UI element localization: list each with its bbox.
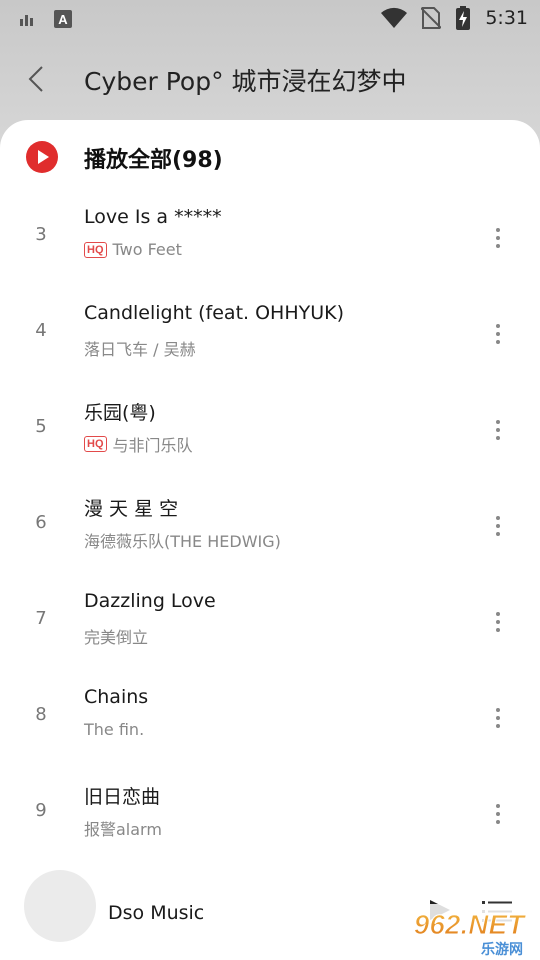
keyboard-a-icon: A [54,10,72,28]
track-title: Chains [84,686,149,708]
track-row[interactable]: 6 漫 天 星 空 海德薇乐队(THE HEDWIG) [0,478,540,574]
status-time: 5:31 [485,7,528,29]
wifi-icon [381,7,408,28]
more-options-button[interactable] [486,794,510,834]
track-artist: 完美倒立 [84,628,149,647]
hq-badge: HQ [84,436,107,452]
track-artist: Two Feet [112,240,182,259]
chevron-left-icon [28,66,43,92]
status-bar: A 5:31 [0,0,540,36]
track-subtitle: 报警alarm [84,816,162,840]
more-options-button[interactable] [486,410,510,450]
track-number: 4 [35,320,47,341]
track-row[interactable]: 5 乐园(粤) HQ 与非门乐队 [0,382,540,478]
track-subtitle: HQ Two Feet [84,240,182,259]
back-button[interactable] [22,62,52,96]
track-title: Love Is a ***** [84,206,222,228]
more-options-button[interactable] [486,698,510,738]
track-row[interactable]: 7 Dazzling Love 完美倒立 [0,574,540,670]
track-title: 乐园(粤) [84,402,156,424]
track-number: 8 [35,704,47,725]
track-subtitle: 海德薇乐队(THE HEDWIG) [84,528,281,552]
track-number: 5 [35,416,47,437]
track-number: 3 [35,224,47,245]
site-watermark-logo: 962.NET 乐游网 [400,904,538,958]
track-subtitle: The fin. [84,720,144,739]
track-artist: 与非门乐队 [112,436,193,455]
track-number: 9 [35,800,47,821]
play-all-button[interactable]: 播放全部(98) [26,138,223,176]
track-subtitle: HQ 与非门乐队 [84,432,193,456]
track-title: Candlelight (feat. OHHYUK) [84,302,345,324]
more-options-button[interactable] [486,506,510,546]
track-title: 漫 天 星 空 [84,498,179,520]
track-row[interactable]: 9 旧日恋曲 报警alarm [0,766,540,862]
hq-badge: HQ [84,241,107,258]
app-bar: Cyber Pop° 城市浸在幻梦中 [0,44,540,114]
track-subtitle: 落日飞车 / 吴赫 [84,336,196,360]
page-title: Cyber Pop° 城市浸在幻梦中 [84,67,407,96]
track-row[interactable]: 3 Love Is a ***** HQ Two Feet [0,190,540,286]
track-number: 6 [35,512,47,533]
more-options-button[interactable] [486,314,510,354]
svg-text:962.NET: 962.NET [414,909,527,940]
play-circle-icon [26,141,58,173]
track-artist: 报警alarm [84,820,162,839]
player-title: Dso Music [108,902,205,924]
track-title: Dazzling Love [84,590,216,612]
battery-charging-icon [456,6,471,30]
track-artist: The fin. [84,720,145,739]
track-subtitle: 完美倒立 [84,624,148,648]
no-sim-icon [421,7,442,29]
play-all-label: 播放全部(98) [84,148,223,173]
album-cover[interactable] [24,870,96,942]
signal-bars-icon [20,15,33,26]
svg-text:乐游网: 乐游网 [481,941,523,958]
svg-text:A: A [58,12,68,27]
status-right: 5:31 [381,6,528,30]
more-options-button[interactable] [486,218,510,258]
track-title: 旧日恋曲 [84,786,161,808]
track-artist: 海德薇乐队(THE HEDWIG) [84,532,281,551]
status-left: A [20,10,72,28]
track-artist: 落日飞车 / 吴赫 [84,340,196,359]
track-row[interactable]: 4 Candlelight (feat. OHHYUK) 落日飞车 / 吴赫 [0,286,540,382]
more-options-button[interactable] [486,602,510,642]
track-row[interactable]: 8 Chains The fin. [0,670,540,766]
track-number: 7 [35,608,47,629]
